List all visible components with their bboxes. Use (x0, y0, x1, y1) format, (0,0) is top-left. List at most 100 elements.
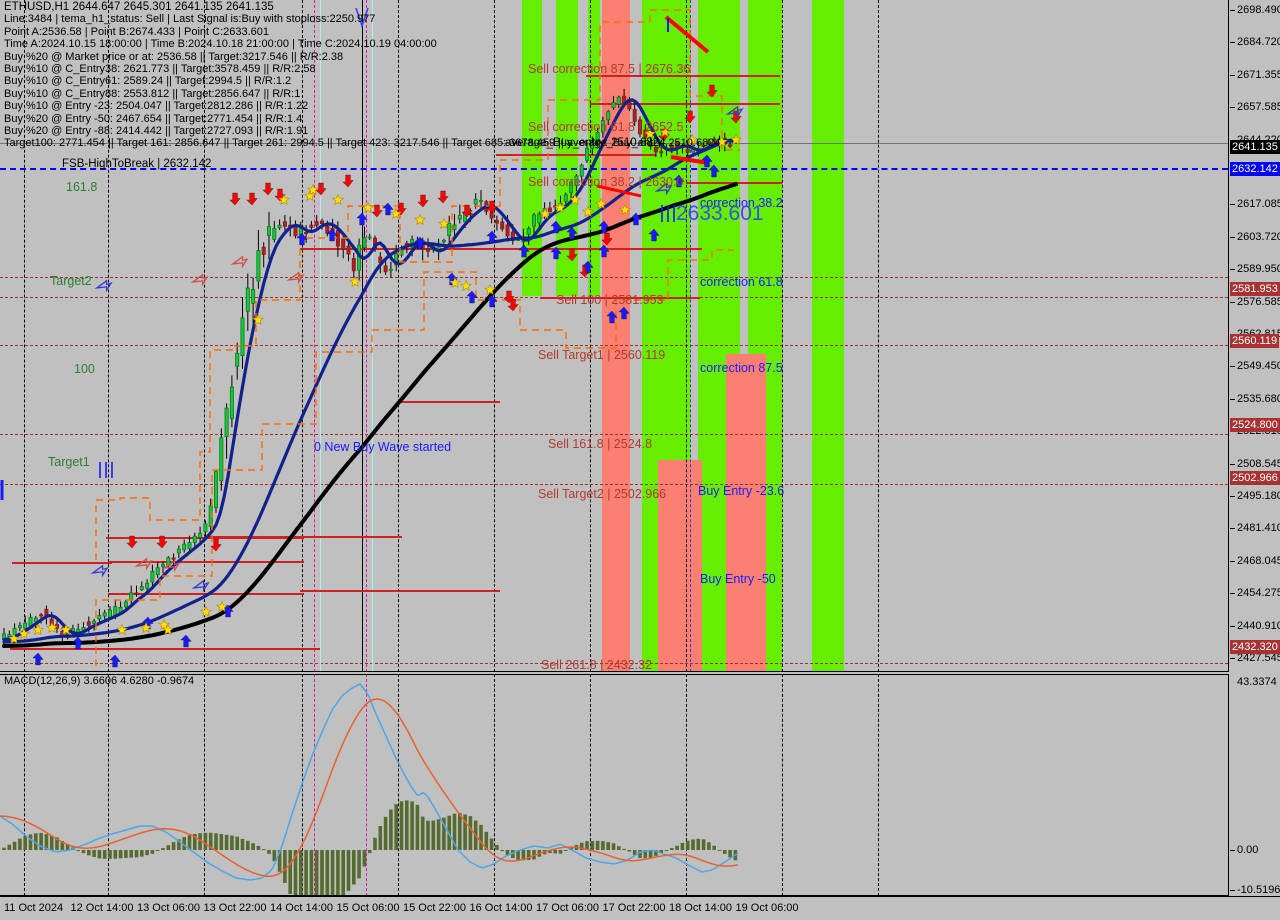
price-tickmark (1230, 366, 1235, 368)
price-tick-label: 2576.585 (1237, 295, 1280, 308)
annotation-buy-entry-50: Buy Entry -50 (700, 572, 776, 586)
price-badge-blue[interactable]: 2632.142 (1230, 161, 1280, 176)
annotation-fib-161-8: 161.8 (66, 180, 98, 194)
price-tickmark (1230, 496, 1235, 497)
time-axis[interactable]: 11 Oct 2024 12 Oct 14:00 13 Oct 06:00 13 Oc… (0, 896, 1280, 920)
price-tick-label: 2671.355 (1237, 68, 1280, 81)
macd-tick-zero: 0.00 (1237, 844, 1259, 856)
price-tick-label: 2508.545 (1237, 457, 1280, 470)
annotation-buy-entry-23-6: Buy Entry -23.6 (698, 484, 785, 498)
strategy-info-line-10: Target100: 2771.454 || Target 161: 2856.… (4, 137, 721, 150)
time-tick-label: 19 Oct 06:00 (735, 902, 799, 914)
price-tickmark (1230, 625, 1235, 627)
price-badge-red[interactable]: 2581.953 (1230, 281, 1280, 296)
strategy-info-lines: Line:3484 | tema_h1_status: Sell | Last … (4, 13, 720, 149)
time-tick-label: 13 Oct 06:00 (137, 902, 200, 914)
strategy-info-line-9: Buy %20 @ Entry -88: 2414.442 || Target:… (4, 124, 309, 137)
annotation-sell-target2: Sell Target2 | 2502.966 (538, 487, 667, 501)
price-tickmark (1230, 42, 1235, 44)
price-tickmark (1230, 398, 1235, 400)
price-axis[interactable]: 2698.4902684.7202671.3552657.5852644.220… (1228, 0, 1280, 672)
price-tick-label: 2481.410 (1237, 522, 1280, 535)
time-tick-label: 14 Oct 14:00 (270, 902, 333, 914)
time-tick-label: 17 Oct 06:00 (536, 902, 599, 914)
time-tick-label: 15 Oct 06:00 (336, 902, 400, 914)
time-tick-label: 15 Oct 22:00 (403, 902, 466, 914)
strategy-info-line-0: Line:3484 | tema_h1_status: Sell | Last … (4, 13, 376, 26)
strategy-info-line-4: Buy %10 @ C_Entry38: 2621.773 || Target:… (4, 62, 316, 75)
axis-line (0, 896, 1280, 897)
symbol-ohlc-label: ETHUSD,H1 2644.647 2645.301 2641.135 264… (4, 1, 274, 13)
strategy-info-line-5: Buy %10 @ C_Entry61: 2589.24 || Target:2… (4, 75, 292, 88)
strategy-info-line-8: Buy %20 @ Entry -50: 2467.654 || Target:… (4, 112, 303, 125)
macd-tickmark (1230, 850, 1235, 851)
strategy-info-line-6: Buy %10 @ C_Entry88: 2553.812 || Target:… (4, 87, 301, 100)
price-badge-black[interactable]: 2641.135 (1230, 140, 1280, 155)
macd-tick-max: 43.3374 (1237, 676, 1277, 688)
annotation-new-buy-wave: 0 New Buy Wave started (314, 440, 452, 454)
price-badge-red[interactable]: 2432.320 (1230, 639, 1280, 654)
price-tick-label: 2468.045 (1237, 554, 1280, 567)
annotation-sell-161-8: Sell 161.8 | 2524.8 (548, 437, 653, 451)
price-tick-label: 2698.490 (1237, 4, 1280, 16)
price-badge-red[interactable]: 2524.800 (1230, 418, 1280, 433)
time-tick-label: 11 Oct 2024 (4, 902, 64, 914)
price-tick-label: 2454.275 (1237, 587, 1280, 600)
price-tick-label: 2617.085 (1237, 198, 1280, 211)
price-tickmark (1230, 658, 1235, 659)
price-tick-label: 2589.950 (1237, 263, 1280, 276)
strategy-info-line-3: Buy %20 @ Market price or at: 2536.58 ||… (4, 50, 344, 63)
price-tick-label: 2535.680 (1237, 392, 1280, 405)
macd-indicator-pane[interactable]: MACD(12,26,9) 3.6606 4.6280 -0.9674 (0, 674, 1228, 896)
axis-line (1228, 0, 1229, 672)
annotation-sell-correction-38-2: Sell correction 38.2 | 2630.0 (528, 175, 684, 189)
price-tick-label: 2657.585 (1237, 101, 1280, 114)
macd-tick-min: -10.5196 (1237, 884, 1280, 896)
annotation-fib-target2: Target2 (50, 274, 92, 288)
time-tick-label: 13 Oct 22:00 (203, 902, 267, 914)
macd-series-layer (0, 683, 739, 896)
chart-info-header: ETHUSD,H1 2644.647 2645.301 2641.135 264… (4, 1, 720, 149)
macd-tickmark (1230, 890, 1235, 891)
time-tick-label: 12 Oct 14:00 (70, 902, 134, 914)
price-tickmark (1230, 528, 1235, 530)
annotation-sell-target1: Sell Target1 | 2560.119 (538, 348, 666, 362)
time-tick-label: 16 Oct 14:00 (469, 902, 533, 914)
price-tickmark (1230, 593, 1235, 595)
annotation-correction-61-8: correction 61.8 (700, 275, 783, 289)
price-tick-label: 2684.720 (1237, 36, 1280, 49)
strategy-info-line-7: Buy %10 @ Entry -23: 2504.047 || Target:… (4, 100, 309, 113)
price-tickmark (1230, 74, 1235, 76)
price-tickmark (1230, 236, 1235, 238)
annotation-sell-100: Sell 100 | 2581.953 (556, 293, 664, 307)
price-tickmark (1230, 204, 1235, 206)
mt-chart-window: FSB-HighToBreak | 2632.142 161.8 Target2 10… (0, 0, 1280, 920)
price-tick-label: 2440.910 (1237, 619, 1280, 632)
price-badge-red[interactable]: 2502.966 (1230, 470, 1280, 485)
price-tickmark (1230, 301, 1235, 303)
annotation-fib-100: 100 (74, 362, 95, 376)
annotation-point-c-price: 2633.601 (676, 202, 764, 225)
macd-header-label: MACD(12,26,9) 3.6606 4.6280 -0.9674 (4, 675, 195, 687)
price-tick-label: 2495.180 (1237, 490, 1280, 502)
price-tick-label: 2603.720 (1237, 230, 1280, 243)
price-tickmark (1230, 463, 1235, 465)
pane-divider (0, 674, 1228, 675)
macd-axis[interactable]: 43.3374 0.00 -10.5196 (1228, 674, 1280, 896)
price-badge-red[interactable]: 2560.119 (1230, 333, 1280, 348)
price-tick-label: 2427.545 (1237, 652, 1280, 664)
price-tickmark (1230, 107, 1235, 109)
annotation-fib-target1: Target1 (48, 455, 90, 469)
time-tick-label: 17 Oct 22:00 (602, 902, 666, 914)
axis-line (1228, 674, 1229, 896)
price-tick-label: 2549.450 (1237, 360, 1280, 373)
price-tickmark (1230, 269, 1235, 271)
annotation-sell-261-8: Sell 261.8 | 2432.32 (541, 658, 652, 672)
time-tick-label: 18 Oct 14:00 (669, 902, 732, 914)
annotation-correction-87-5: correction 87.5 (700, 361, 783, 375)
price-tickmark (1230, 10, 1235, 11)
price-tickmark (1230, 560, 1235, 562)
annotation-fsb-high-to-break: FSB-HighToBreak | 2632.142 (62, 158, 212, 170)
strategy-info-line-1: Point A:2536.58 | Point B:2674.433 | Poi… (4, 25, 270, 38)
strategy-info-line-2: Time A:2024.10.15 18:00:00 | Time B:2024… (4, 38, 437, 51)
